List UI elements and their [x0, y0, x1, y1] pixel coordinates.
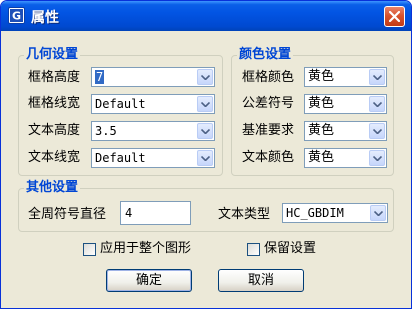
- properties-dialog: G 属性 几何设置 框格高度 7 框格线宽 Default 文本高度 3.5 文…: [0, 0, 412, 309]
- text-color-combo[interactable]: 黄色: [304, 148, 387, 168]
- tolerance-symbol-label: 公差符号: [242, 96, 295, 111]
- datum-requirement-value: 黄色: [308, 123, 335, 138]
- text-color-value: 黄色: [308, 150, 335, 165]
- ok-button[interactable]: 确定: [106, 269, 192, 292]
- cancel-button[interactable]: 取消: [218, 269, 304, 292]
- svg-text:G: G: [12, 10, 21, 23]
- chevron-down-icon[interactable]: [197, 69, 213, 85]
- other-settings-title: 其他设置: [24, 180, 81, 196]
- frame-linewidth-label: 框格线宽: [28, 96, 81, 111]
- keep-settings-label[interactable]: 保留设置: [264, 241, 316, 257]
- geometry-settings-title: 几何设置: [24, 47, 81, 63]
- frame-color-label: 框格颜色: [242, 70, 295, 85]
- text-linewidth-combo[interactable]: Default: [91, 148, 215, 168]
- title-bar[interactable]: G 属性: [1, 1, 411, 31]
- datum-requirement-combo[interactable]: 黄色: [304, 121, 387, 141]
- frame-linewidth-combo[interactable]: Default: [91, 94, 215, 114]
- datum-requirement-label: 基准要求: [242, 123, 295, 138]
- color-settings-title: 颜色设置: [237, 47, 294, 63]
- frame-linewidth-value: Default: [95, 97, 146, 111]
- text-type-label: 文本类型: [218, 207, 271, 222]
- chevron-down-icon[interactable]: [370, 205, 386, 221]
- all-around-diameter-value: 4: [125, 206, 133, 220]
- keep-settings-checkbox[interactable]: [247, 243, 260, 256]
- close-icon: [389, 11, 400, 22]
- text-height-label: 文本高度: [28, 123, 81, 138]
- chevron-down-icon[interactable]: [369, 123, 385, 139]
- text-color-label: 文本颜色: [242, 150, 295, 165]
- window-title: 属性: [31, 10, 59, 26]
- frame-color-combo[interactable]: 黄色: [304, 67, 387, 87]
- frame-height-value: 7: [95, 70, 105, 84]
- text-linewidth-label: 文本线宽: [28, 150, 81, 165]
- chevron-down-icon[interactable]: [369, 96, 385, 112]
- frame-height-combo[interactable]: 7: [91, 67, 215, 87]
- chevron-down-icon[interactable]: [197, 123, 213, 139]
- tolerance-symbol-combo[interactable]: 黄色: [304, 94, 387, 114]
- all-around-diameter-label: 全周符号直径: [28, 207, 107, 222]
- text-height-combo[interactable]: 3.5: [91, 121, 215, 141]
- frame-height-label: 框格高度: [28, 70, 81, 85]
- chevron-down-icon[interactable]: [197, 96, 213, 112]
- text-type-combo[interactable]: HC_GBDIM: [282, 203, 388, 223]
- chevron-down-icon[interactable]: [369, 150, 385, 166]
- apply-to-all-label[interactable]: 应用于整个图形: [100, 241, 191, 257]
- chevron-down-icon[interactable]: [197, 150, 213, 166]
- close-button[interactable]: [384, 6, 405, 27]
- apply-to-all-checkbox[interactable]: [83, 243, 96, 256]
- all-around-diameter-input[interactable]: 4: [120, 201, 191, 225]
- text-type-value: HC_GBDIM: [286, 206, 344, 220]
- frame-color-value: 黄色: [308, 69, 335, 84]
- text-linewidth-value: Default: [95, 151, 146, 165]
- chevron-down-icon[interactable]: [369, 69, 385, 85]
- tolerance-symbol-value: 黄色: [308, 96, 335, 111]
- text-height-value: 3.5: [95, 124, 117, 138]
- app-icon: G: [8, 7, 25, 24]
